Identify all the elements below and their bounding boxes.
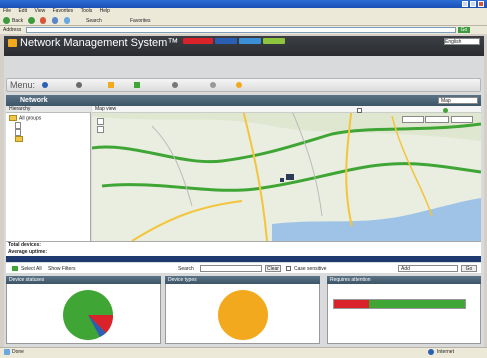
go-button[interactable]: Go [458, 27, 470, 33]
device-marker[interactable] [280, 178, 284, 182]
map-header: Map view [92, 106, 481, 113]
select-all-button[interactable]: Select All [21, 266, 42, 272]
minimize-button[interactable] [462, 1, 468, 7]
header-badge [215, 38, 237, 44]
home-icon[interactable] [64, 17, 70, 24]
browser-menu-bar: File Edit View Favorites Tools Help [0, 8, 487, 15]
hierarchy-tree: All groups [6, 115, 91, 143]
view-select[interactable]: Map [438, 97, 478, 104]
forward-icon[interactable] [28, 17, 35, 24]
menu-help[interactable]: Help [97, 8, 113, 15]
attention-bar [333, 299, 466, 309]
folder-icon [15, 136, 23, 142]
configuration-menu-icon[interactable] [172, 82, 178, 88]
case-sensitive-label: Case sensitive [294, 266, 327, 272]
menu-tools[interactable]: Tools [78, 8, 96, 15]
map-type-button[interactable] [402, 116, 424, 123]
clear-button[interactable]: Clear [265, 265, 281, 272]
show-filters-button[interactable]: Show Filters [48, 266, 76, 272]
device-statuses-title: Device statuses [6, 276, 161, 284]
device-types-title: Device types [165, 276, 320, 284]
folder-icon [9, 115, 17, 121]
home-menu-icon[interactable] [42, 82, 48, 88]
menu-favorites[interactable]: Favorites [50, 8, 77, 15]
map-canvas [92, 106, 481, 241]
header-badge [183, 38, 213, 44]
summary-band [6, 256, 481, 262]
back-button[interactable]: Back [12, 18, 23, 24]
performance-menu-icon[interactable] [134, 82, 140, 88]
summary-panel [6, 241, 481, 256]
window-title [0, 0, 487, 8]
select-all-icon [12, 266, 18, 271]
language-select[interactable]: English [444, 38, 480, 45]
address-input[interactable] [26, 27, 456, 33]
alarms-menu-icon[interactable] [108, 82, 114, 88]
device-marker[interactable] [286, 174, 294, 180]
map-type-button[interactable] [451, 116, 473, 123]
map-view[interactable] [92, 106, 481, 241]
total-devices-label: Total devices: [8, 242, 41, 248]
app-title: Network Management System™ [20, 37, 179, 49]
pie-slice [218, 290, 268, 340]
header-badge [239, 38, 261, 44]
browser-status-bar [0, 347, 487, 358]
menu-label: Menu: [10, 81, 36, 90]
network-menu-icon[interactable] [76, 82, 82, 88]
document-icon [15, 129, 21, 136]
network-panel-header [6, 95, 481, 106]
status-text: Done [12, 349, 24, 355]
device-status-pie [63, 290, 114, 340]
menu-view[interactable]: View [31, 8, 48, 15]
zoom-in-button[interactable] [97, 118, 104, 125]
app-logo [8, 39, 17, 47]
search-input[interactable] [200, 265, 262, 272]
requires-attention-title: Requires attention [327, 276, 481, 284]
zoom-out-button[interactable] [97, 126, 104, 133]
address-label: Address [3, 27, 22, 33]
search-button[interactable]: Search [86, 18, 102, 24]
favorites-button[interactable]: Favorites [130, 18, 151, 24]
document-icon [15, 122, 21, 129]
browser-toolbar: Back Search Favorites [0, 15, 487, 26]
page-icon [4, 349, 10, 355]
menu-edit[interactable]: Edit [15, 8, 30, 15]
close-button[interactable] [478, 1, 484, 7]
hierarchy-header: Hierarchy [6, 106, 91, 113]
map-type-button[interactable] [425, 116, 449, 123]
add-select[interactable]: Add [398, 265, 458, 272]
tree-item[interactable] [6, 129, 91, 136]
back-icon[interactable] [3, 17, 10, 24]
tree-item[interactable] [6, 136, 91, 143]
internet-zone-icon [428, 349, 434, 355]
zone-text: Internet [437, 349, 454, 355]
requires-attention-card [327, 276, 481, 344]
search-label: Search [178, 266, 194, 272]
menu-file[interactable]: File [0, 8, 14, 15]
device-types-pie [218, 290, 268, 340]
average-uptime-label: Average uptime: [8, 249, 47, 255]
go-button-2[interactable]: Go [461, 265, 477, 272]
header-badge [263, 38, 285, 44]
tree-item[interactable] [6, 122, 91, 129]
stop-icon[interactable] [40, 17, 46, 24]
case-sensitive-checkbox[interactable] [286, 266, 291, 271]
refresh-icon[interactable] [443, 108, 448, 113]
refresh-icon[interactable] [52, 17, 58, 24]
maximize-button[interactable] [470, 1, 476, 7]
map-option-checkbox[interactable] [357, 108, 362, 113]
network-panel-title: Network [20, 97, 48, 104]
help-menu-icon[interactable] [236, 82, 242, 88]
settings-menu-icon[interactable] [210, 82, 216, 88]
tree-item-all-groups[interactable]: All groups [6, 115, 91, 122]
attention-bar-fill [334, 300, 370, 308]
